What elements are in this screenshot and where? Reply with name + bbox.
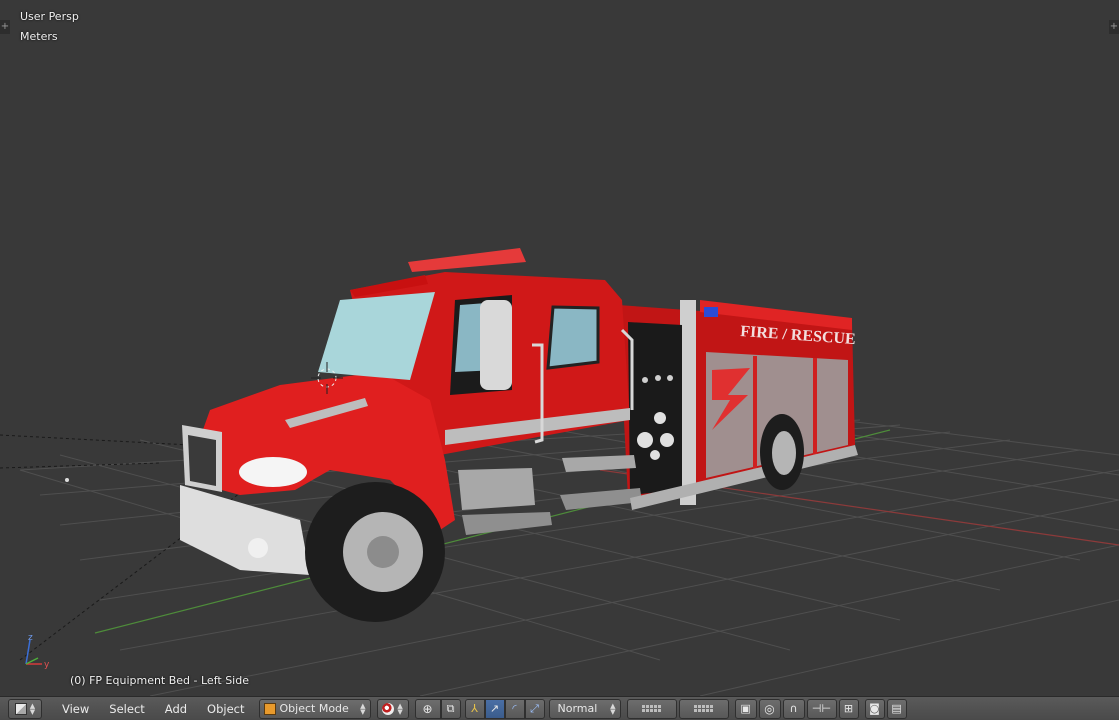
axis-gizmo: z y: [25, 633, 50, 670]
mode-select[interactable]: Object Mode ▲ ▼: [258, 698, 371, 719]
menu-add[interactable]: Add: [155, 699, 197, 719]
editor-type-button[interactable]: ▲ ▼: [8, 698, 42, 719]
scale-icon: ⤢: [530, 701, 539, 715]
view-name-label: User Persp: [20, 10, 79, 23]
updown-arrows-icon: ▲ ▼: [29, 701, 36, 716]
shading-select[interactable]: ▲ ▼: [376, 698, 409, 719]
pivot-icon: ⊕: [422, 701, 433, 716]
clapper-icon: ▤: [891, 702, 902, 715]
opengl-render-button[interactable]: ◙: [864, 698, 885, 719]
updown-arrows-icon: ▲ ▼: [610, 701, 616, 716]
layer-dots-icon: [694, 705, 714, 712]
transform-group: ⅄ ↗ ◜ ⤢: [464, 698, 545, 719]
object-cube-icon: [263, 702, 276, 715]
snap-toggle-button[interactable]: ∩: [782, 698, 805, 719]
snap-target-select[interactable]: ⊣⊢: [806, 698, 837, 719]
snap-icon: ∩: [789, 702, 798, 715]
orientation-select-label: Normal: [557, 702, 598, 715]
manipulator-toggle[interactable]: ⧉: [440, 698, 461, 719]
manipulator-icon: ⧉: [446, 701, 455, 715]
opengl-render-animation-button[interactable]: ▤: [886, 698, 907, 719]
unit-name-label: Meters: [20, 30, 58, 43]
menu-view[interactable]: View: [52, 699, 99, 719]
svg-text:z: z: [28, 633, 33, 643]
cube-icon: [14, 702, 27, 715]
region-expand-left-icon[interactable]: +: [0, 20, 10, 34]
updown-arrows-icon: ▲ ▼: [360, 701, 366, 716]
manipulator-axes-icon: ⅄: [471, 702, 478, 715]
updown-arrows-icon: ▲ ▼: [397, 701, 403, 716]
svg-text:y: y: [44, 660, 50, 670]
active-object-label: (0) FP Equipment Bed - Left Side: [70, 674, 249, 687]
translate-icon: ↗: [489, 702, 500, 715]
fire-truck-model[interactable]: FIRE / RESCUE: [180, 248, 858, 622]
scene-canvas[interactable]: FIRE / RESCUE z y: [0, 0, 1119, 696]
layers-group-1[interactable]: [626, 698, 677, 719]
sphere-shading-icon: [382, 702, 395, 715]
rotate-icon: ◜: [512, 702, 517, 715]
region-expand-right-icon[interactable]: +: [1109, 20, 1119, 34]
layer-dots-icon: [642, 705, 662, 712]
pivot-select[interactable]: ⊕: [414, 698, 441, 719]
lamp-dot: [65, 478, 69, 482]
layers-group-2[interactable]: [678, 698, 729, 719]
proportional-edit-button[interactable]: ◎: [758, 698, 781, 719]
proportional-icon: ◎: [764, 701, 775, 716]
render-icon: ◙: [869, 702, 880, 715]
viewport-header: ▲ ▼ View Select Add Object Object Mode ▲ ▼…: [0, 696, 1119, 720]
mode-select-label: Object Mode: [279, 702, 349, 715]
3d-viewport[interactable]: FIRE / RESCUE z y + + User Persp Meters …: [0, 0, 1119, 696]
menu-object[interactable]: Object: [197, 699, 254, 719]
snap-options-icon: ⊞: [843, 702, 854, 715]
transform-manipulator-button[interactable]: ⅄: [464, 698, 485, 719]
snap-target-icon: ⊣⊢: [811, 702, 832, 715]
rotate-button[interactable]: ◜: [504, 698, 525, 719]
translate-button[interactable]: ↗: [484, 698, 505, 719]
orientation-select[interactable]: Normal ▲ ▼: [548, 698, 621, 719]
scale-button[interactable]: ⤢: [524, 698, 545, 719]
snap-options-button[interactable]: ⊞: [838, 698, 859, 719]
menu-select[interactable]: Select: [99, 699, 154, 719]
lock-layers-button[interactable]: ▣: [734, 698, 757, 719]
pivot-group: ⊕ ⧉: [414, 698, 461, 719]
lock-icon: ▣: [740, 702, 751, 715]
